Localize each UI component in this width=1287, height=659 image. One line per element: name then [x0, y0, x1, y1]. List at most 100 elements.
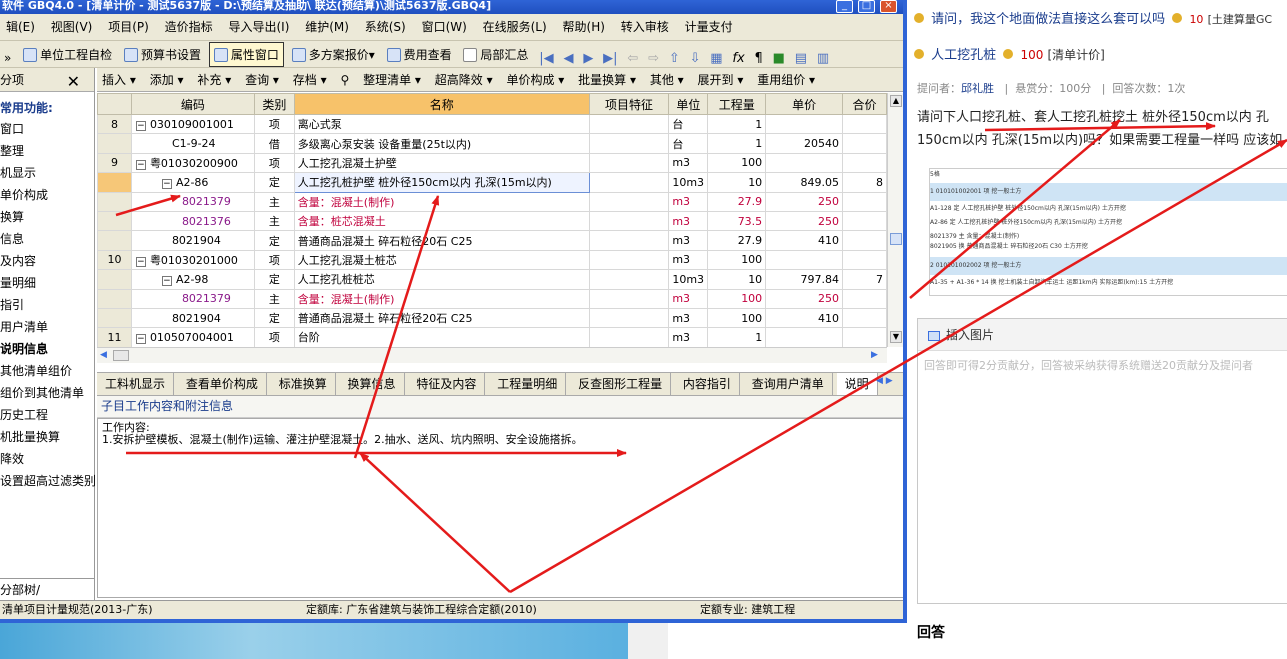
menu-cost-index[interactable]: 造价指标 — [159, 14, 219, 41]
cell-total[interactable] — [842, 327, 887, 347]
cell-code[interactable]: − 粤01030201000 — [130, 249, 255, 271]
table-row[interactable]: − A2-98 定人工挖孔桩桩芯 10m3 10 797.84 7 — [97, 269, 887, 290]
lp-item-machine-display[interactable]: 机显示 — [0, 162, 94, 184]
table-row[interactable]: 8−030109001001 项离心式泵台 1 — [97, 113, 887, 135]
multi-plan-button[interactable]: 多方案报价 ▾ — [288, 42, 379, 67]
cell-type[interactable]: 借 — [253, 133, 295, 154]
cell-total[interactable] — [842, 113, 887, 135]
cell-total[interactable]: 7 — [842, 269, 887, 290]
cell-feature[interactable] — [588, 269, 670, 290]
cell-name[interactable]: 人工挖孔混凝土护壁 — [293, 152, 590, 174]
lp-item-convert[interactable]: 换算 — [0, 206, 94, 228]
row-number[interactable] — [97, 172, 132, 193]
cell-qty[interactable]: 10 — [707, 172, 767, 193]
supplement-menu[interactable]: 补充 ▾ — [192, 68, 236, 91]
fee-view-button[interactable]: 费用查看 — [383, 42, 456, 67]
menu-online[interactable]: 在线服务(L) — [477, 14, 553, 41]
col-header-total[interactable]: 合价 — [842, 93, 887, 115]
property-window-button[interactable]: 属性窗口 — [208, 42, 284, 67]
cell-name[interactable]: 含量：混凝土(制作) — [293, 191, 590, 212]
binoculars-icon[interactable]: ⚲ — [335, 68, 354, 91]
cell-feature[interactable] — [588, 307, 670, 329]
row-number[interactable] — [97, 133, 132, 154]
cell-qty[interactable]: 73.5 — [707, 210, 767, 232]
cell-code[interactable]: − A2-86 — [130, 172, 255, 193]
cell-code[interactable]: 8021904 — [130, 307, 255, 329]
cell-qty[interactable]: 1 — [707, 113, 767, 135]
toolbar-overflow-icon[interactable]: » — [0, 45, 15, 67]
lp-item-user-list[interactable]: 用户清单 — [0, 316, 94, 338]
cell-unit[interactable]: 10m3 — [668, 269, 709, 290]
col-header-code[interactable]: 编码 — [130, 93, 255, 115]
cell-feature[interactable] — [588, 172, 670, 193]
cell-type[interactable]: 定 — [253, 172, 295, 193]
cell-total[interactable]: 8 — [842, 172, 887, 193]
first-record-icon[interactable]: |◀ — [536, 51, 556, 66]
row-number[interactable]: 11 — [97, 327, 132, 347]
cell-unit[interactable]: 10m3 — [668, 172, 709, 193]
menu-project[interactable]: 项目(P) — [102, 14, 155, 41]
other-button[interactable]: 其他 ▾ — [645, 68, 689, 91]
menu-edit[interactable]: 辑(E) — [0, 14, 41, 41]
batch-convert-button[interactable]: 批量换算 ▾ — [573, 68, 641, 91]
table-row[interactable]: 10− 粤01030201000 项人工挖孔混凝土桩芯 m3 100 — [97, 249, 887, 271]
reuse-pricing-button[interactable]: 重用组价 ▾ — [752, 68, 820, 91]
cell-qty[interactable]: 100 — [707, 307, 767, 329]
cell-total[interactable] — [842, 191, 887, 212]
answer-placeholder[interactable]: 回答即可得2分贡献分，回答被采纳获得系统赠送20贡献分及提问者 — [918, 351, 1287, 379]
tab-labor-material[interactable]: 工料机显示 — [97, 373, 175, 395]
col-header-unit[interactable]: 单位 — [668, 93, 709, 115]
cell-price[interactable] — [765, 152, 844, 174]
col-header-price[interactable]: 单价 — [765, 93, 844, 115]
cell-qty[interactable]: 100 — [707, 249, 767, 271]
partial-summary-checkbox[interactable]: 局部汇总 — [459, 42, 532, 67]
tab-unit-price-structure[interactable]: 查看单价构成 — [178, 373, 267, 395]
cell-name[interactable]: 普通商品混凝土 碎石粒径20石 C25 — [293, 307, 590, 329]
lp-item-arrange[interactable]: 整理 — [0, 140, 94, 162]
cell-unit[interactable]: m3 — [668, 230, 709, 251]
collapse-icon[interactable]: − — [161, 275, 172, 286]
tab-scroll-icon[interactable]: ◀ ▶ — [876, 376, 893, 386]
cell-name[interactable]: 离心式泵 — [293, 113, 590, 135]
image-icon[interactable] — [928, 330, 940, 341]
cell-name[interactable]: 多级离心泵安装 设备重量(25t以内) — [293, 133, 590, 154]
cell-unit[interactable]: 台 — [668, 133, 709, 154]
vertical-scrollbar[interactable]: ▲ ▼ — [887, 93, 904, 347]
cell-type[interactable]: 定 — [253, 230, 295, 251]
collapse-icon[interactable]: − — [135, 159, 146, 170]
add-menu[interactable]: 添加 ▾ — [145, 68, 189, 91]
table-row[interactable]: 8021379 主含量：混凝土(制作) m3 100 250 — [97, 288, 887, 309]
tab-description[interactable]: 说明 — [836, 373, 878, 395]
cell-unit[interactable]: m3 — [668, 210, 709, 232]
cell-qty[interactable]: 10 — [707, 269, 767, 290]
cell-feature[interactable] — [588, 191, 670, 212]
collapse-icon[interactable]: − — [135, 120, 146, 131]
budget-settings-button[interactable]: 预算书设置 — [120, 42, 205, 67]
arrange-list-button[interactable]: 整理清单 ▾ — [358, 68, 426, 91]
tab-quantity-detail[interactable]: 工程量明细 — [489, 373, 567, 395]
col-header-quantity[interactable]: 工程量 — [707, 93, 767, 115]
lp-item-content[interactable]: 及内容 — [0, 250, 94, 272]
cell-total[interactable] — [842, 133, 887, 154]
query-menu[interactable]: 查询 ▾ — [240, 68, 284, 91]
cell-price[interactable]: 849.05 — [765, 172, 844, 193]
cell-price[interactable]: 250 — [765, 210, 844, 232]
cell-code[interactable]: − A2-98 — [130, 269, 255, 290]
lp-item-window[interactable]: 窗口 — [0, 118, 94, 140]
menu-transfer-audit[interactable]: 转入审核 — [615, 14, 675, 41]
self-check-button[interactable]: 单位工程自检 — [19, 42, 116, 67]
cell-feature[interactable] — [588, 210, 670, 232]
tab-graphic-quantity[interactable]: 反查图形工程量 — [570, 373, 672, 395]
table-icon[interactable]: ▥ — [814, 51, 832, 66]
table-row[interactable]: 11−010507004001 项台阶 m3 1 — [97, 327, 887, 347]
cell-price[interactable]: 410 — [765, 307, 844, 329]
answer-editor[interactable]: 插入图片 回答即可得2分贡献分，回答被采纳获得系统赠送20贡献分及提问者 — [917, 318, 1287, 604]
cell-qty[interactable]: 1 — [707, 327, 767, 347]
formula-icon[interactable]: fx — [729, 51, 747, 66]
cell-code[interactable]: 8021904 — [130, 230, 255, 251]
menu-view[interactable]: 视图(V) — [45, 14, 99, 41]
cell-code[interactable]: 8021379 — [130, 288, 255, 309]
cell-feature[interactable] — [588, 133, 670, 154]
table-row[interactable]: 8021904 定普通商品混凝土 碎石粒径20石 C25 m3 100 410 — [97, 307, 887, 329]
tab-user-list[interactable]: 查询用户清单 — [744, 373, 833, 395]
